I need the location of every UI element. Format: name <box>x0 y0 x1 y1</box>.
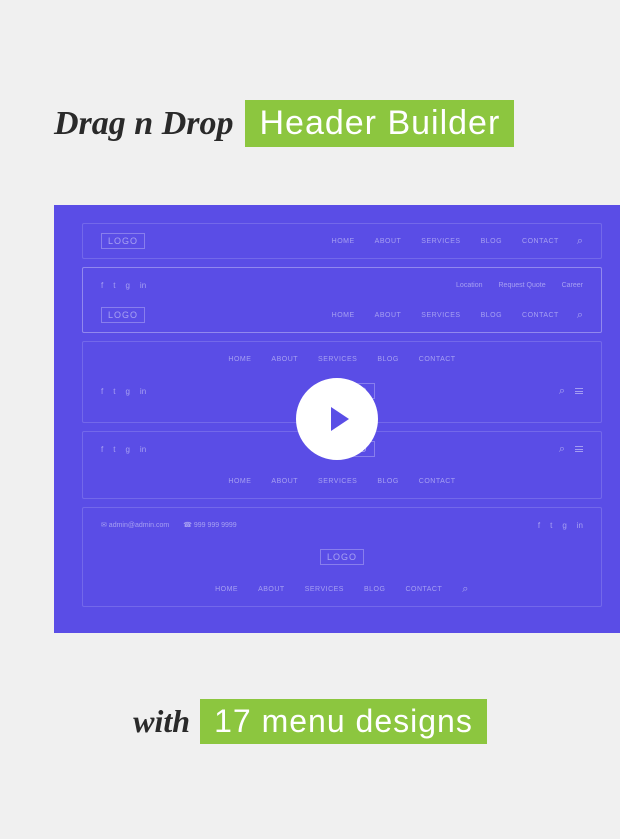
search-icon <box>559 385 565 398</box>
facebook-icon: f <box>101 387 103 396</box>
twitter-icon: t <box>113 445 115 454</box>
linkedin-icon: in <box>577 521 583 530</box>
hamburger-icon <box>575 388 583 394</box>
google-icon: g <box>562 521 566 530</box>
logo: LOGO <box>320 549 364 565</box>
facebook-icon: f <box>538 521 540 530</box>
contact-info: ✉ admin@admin.com ☎ 999 999 9999 <box>101 521 237 529</box>
title-header-builder: Header Builder <box>245 100 514 147</box>
google-icon: g <box>125 281 129 290</box>
search-icon <box>462 583 469 596</box>
header-mock-5: ✉ admin@admin.com ☎ 999 999 9999 f t g in L… <box>82 507 602 607</box>
twitter-icon: t <box>113 281 115 290</box>
video-preview[interactable]: LOGO HOME ABOUT SERVICES BLOG CONTACT f … <box>54 205 620 633</box>
social-icons: f t g in <box>538 521 583 530</box>
linkedin-icon: in <box>140 281 146 290</box>
play-button[interactable] <box>296 378 378 460</box>
facebook-icon: f <box>101 281 103 290</box>
twitter-icon: t <box>113 387 115 396</box>
social-icons: f t g in <box>101 387 146 396</box>
twitter-icon: t <box>550 521 552 530</box>
hamburger-icon <box>575 446 583 452</box>
logo: LOGO <box>101 307 145 323</box>
facebook-icon: f <box>101 445 103 454</box>
subtitle-designs: 17 menu designs <box>200 699 487 744</box>
logo: LOGO <box>101 233 145 249</box>
social-icons: f t g in <box>101 281 146 290</box>
menu: HOME ABOUT SERVICES BLOG CONTACT <box>228 478 455 485</box>
search-icon <box>559 443 565 456</box>
menu: HOME ABOUT SERVICES BLOG CONTACT <box>215 583 469 596</box>
subtitle-with: with <box>133 703 190 740</box>
title-dragndrop: Drag n Drop <box>54 105 233 143</box>
search-icon <box>577 309 583 322</box>
linkedin-icon: in <box>140 445 146 454</box>
header-mock-2: f t g in Location Request Quote Career L… <box>82 267 602 333</box>
linkedin-icon: in <box>140 387 146 396</box>
subtitle: with 17 menu designs <box>0 699 620 744</box>
google-icon: g <box>125 387 129 396</box>
header-mock-1: LOGO HOME ABOUT SERVICES BLOG CONTACT <box>82 223 602 259</box>
social-icons: f t g in <box>101 445 146 454</box>
menu: HOME ABOUT SERVICES BLOG CONTACT <box>228 356 455 363</box>
top-links: Location Request Quote Career <box>456 282 583 289</box>
search-icon <box>577 235 583 248</box>
menu: HOME ABOUT SERVICES BLOG CONTACT <box>332 312 559 319</box>
menu: HOME ABOUT SERVICES BLOG CONTACT <box>332 238 559 245</box>
main-title: Drag n Drop Header Builder <box>0 0 620 147</box>
google-icon: g <box>125 445 129 454</box>
